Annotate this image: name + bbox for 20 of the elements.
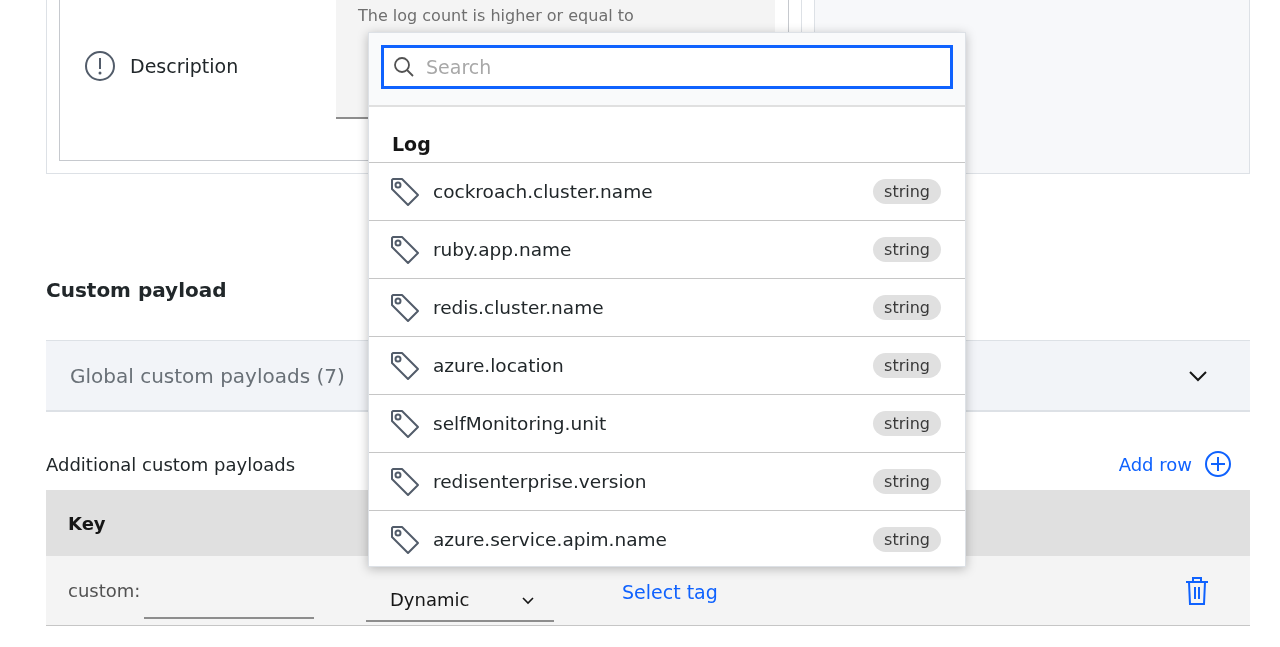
type-tag: string	[873, 527, 941, 552]
key-prefix: custom:	[68, 580, 141, 601]
tag-name: azure.location	[433, 355, 565, 376]
tag-name: selfMonitoring.unit	[433, 413, 608, 434]
section-title: Custom payload	[46, 278, 228, 302]
tag-name: redis.cluster.name	[433, 297, 605, 318]
tag-name: redisenterprise.version	[433, 471, 648, 492]
type-tag: string	[873, 353, 941, 378]
tag-name: ruby.app.name	[433, 239, 573, 260]
tag-name: azure.service.apim.name	[433, 529, 668, 550]
subsection-title: Additional custom payloads	[46, 453, 296, 475]
type-tag: string	[873, 295, 941, 320]
description-label: Description	[130, 55, 239, 77]
type-tag: string	[873, 179, 941, 204]
type-tag: string	[873, 237, 941, 262]
group-heading: Log	[369, 107, 965, 163]
tag-name: cockroach.cluster.name	[433, 181, 654, 202]
type-tag: string	[873, 469, 941, 494]
type-tag: string	[873, 411, 941, 436]
column-header: Key	[68, 512, 106, 534]
